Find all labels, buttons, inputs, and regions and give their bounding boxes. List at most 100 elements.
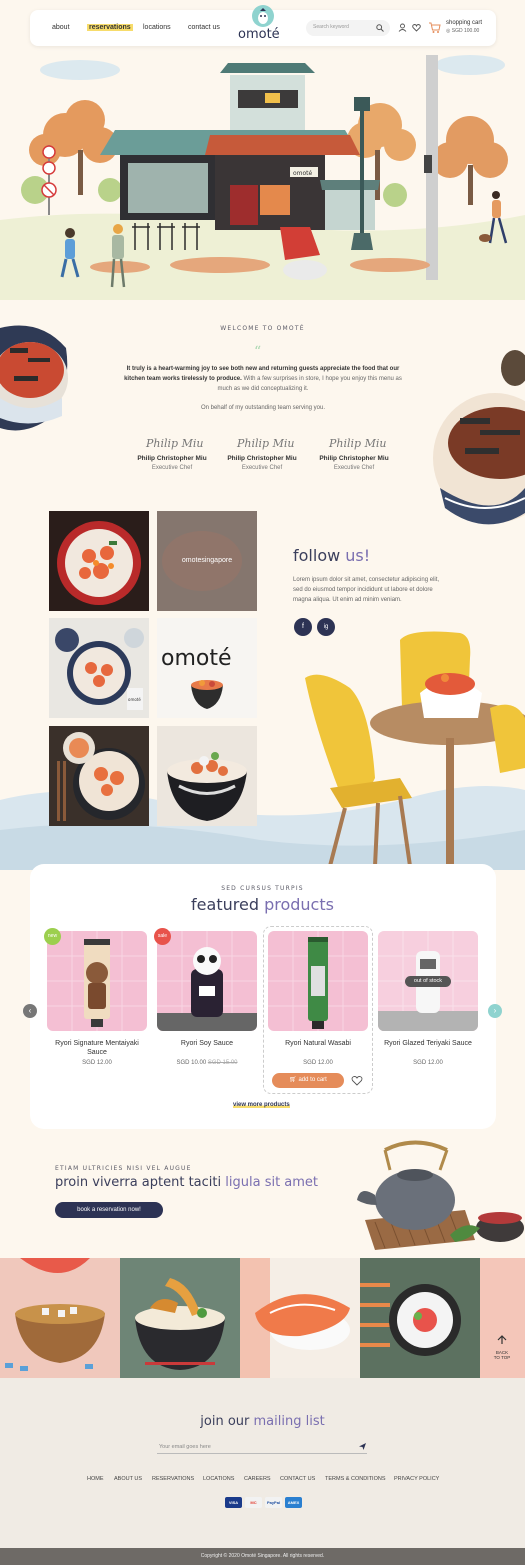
reservation-title: proin viverra aptent taciti ligula sit a… bbox=[55, 1175, 318, 1190]
photo-wordmark: omoté bbox=[161, 646, 232, 671]
hero-illustration: omoté bbox=[0, 55, 525, 300]
cart-total-value: SGD 100.00 bbox=[451, 28, 480, 34]
salmon-sushi-tile[interactable] bbox=[240, 1258, 360, 1378]
chef-title: Executive Chef bbox=[151, 465, 193, 471]
svg-text:omoté: omoté bbox=[293, 170, 313, 177]
product-price: SGD 12.00 bbox=[413, 1060, 443, 1066]
instagram-logo-photo[interactable]: omoté bbox=[157, 618, 257, 718]
cart-coin-icon: ◎ bbox=[446, 28, 451, 34]
product-price-old: SGD 15.00 bbox=[207, 1060, 238, 1066]
arrow-up-icon bbox=[497, 1335, 507, 1344]
chef-signature: Philip Miu bbox=[329, 437, 387, 450]
cart-total: ◎ SGD 100.00 bbox=[446, 28, 479, 34]
chef-title: Executive Chef bbox=[241, 465, 283, 471]
nav-locations[interactable]: locations bbox=[143, 24, 171, 31]
product-image[interactable] bbox=[268, 931, 368, 1031]
product-image[interactable] bbox=[47, 931, 147, 1031]
instagram-handle: omotesingapore bbox=[181, 557, 233, 564]
footer-section bbox=[0, 1378, 525, 1548]
follow-title-a: follow bbox=[293, 546, 346, 565]
welcome-rest-text: With a few surprises in store, I hope yo… bbox=[217, 376, 402, 392]
mastercard-icon: MC bbox=[245, 1497, 262, 1508]
chef-name: Philip Christopher Miu bbox=[137, 455, 207, 462]
product-name[interactable]: Ryori Soy Sauce bbox=[157, 1039, 257, 1048]
nav-about[interactable]: about bbox=[52, 24, 70, 31]
footer-link-home[interactable]: HOME bbox=[87, 1476, 104, 1482]
products-title-b: products bbox=[264, 895, 334, 914]
instagram-handle-tile[interactable]: omotesingapore bbox=[157, 511, 257, 611]
search-input[interactable]: Search keyword bbox=[306, 20, 390, 36]
shopping-cart-icon[interactable] bbox=[428, 21, 441, 34]
welcome-right-dish bbox=[425, 348, 525, 538]
footer-link-reservations[interactable]: RESERVATIONS bbox=[152, 1476, 194, 1482]
miso-soup-tile[interactable] bbox=[0, 1258, 120, 1378]
visa-icon: VISA bbox=[225, 1497, 242, 1508]
product-name[interactable]: Ryori Natural Wasabi bbox=[268, 1039, 368, 1048]
search-icon[interactable] bbox=[376, 24, 384, 32]
maki-roll-tile[interactable] bbox=[360, 1258, 480, 1378]
footer-link-contact-us[interactable]: CONTACT US bbox=[280, 1476, 315, 1482]
logo-mascot-icon[interactable] bbox=[252, 5, 274, 27]
products-title: featured products bbox=[0, 895, 525, 914]
out-of-stock-label: out of stock bbox=[405, 976, 451, 987]
wishlist-heart-icon[interactable] bbox=[351, 1075, 363, 1086]
svg-text:omoté: omoté bbox=[128, 697, 141, 702]
products-label: SED CURSUS TURPIS bbox=[221, 885, 304, 892]
follow-text: Lorem ipsum dolor sit amet, consectetur … bbox=[293, 577, 440, 603]
add-to-cart-button[interactable]: 🛒︎ add to cart bbox=[272, 1073, 344, 1088]
view-more-products-link[interactable]: view more products bbox=[233, 1102, 290, 1108]
send-icon[interactable] bbox=[359, 1443, 366, 1450]
welcome-left-dish bbox=[0, 318, 68, 433]
cart-icon: 🛒︎ bbox=[289, 1077, 297, 1083]
nav-reservations[interactable]: reservations bbox=[87, 24, 133, 31]
chef-signature: Philip Miu bbox=[237, 437, 295, 450]
instagram-photo[interactable] bbox=[49, 726, 149, 826]
cart-label[interactable]: shopping cart bbox=[446, 20, 482, 26]
product-price: SGD 12.00 bbox=[82, 1060, 112, 1066]
back-to-top-button[interactable]: BACK TO TOP bbox=[490, 1332, 514, 1360]
carousel-next-icon[interactable]: › bbox=[488, 1004, 502, 1018]
book-reservation-button[interactable]: book a reservation now! bbox=[55, 1202, 163, 1218]
mailing-title-b: mailing list bbox=[253, 1414, 325, 1429]
product-name[interactable]: Ryori Glazed Teriyaki Sauce bbox=[378, 1039, 478, 1048]
copyright-text: Copyright © 2020 Omoté Singapore. All ri… bbox=[200, 1553, 325, 1559]
footer-link-terms[interactable]: TERMS & CONDITIONS bbox=[325, 1476, 386, 1482]
reservation-title-b: ligula sit amet bbox=[225, 1175, 319, 1190]
carousel-prev-icon[interactable]: ‹ bbox=[23, 1004, 37, 1018]
chef-title: Executive Chef bbox=[333, 465, 375, 471]
follow-title-b: us! bbox=[345, 546, 371, 565]
chef-name: Philip Christopher Miu bbox=[319, 455, 389, 462]
logo-wordmark[interactable]: omoté bbox=[238, 27, 280, 42]
teapot-illustration bbox=[355, 1140, 525, 1260]
product-image[interactable] bbox=[157, 931, 257, 1031]
account-icon[interactable] bbox=[398, 23, 407, 32]
welcome-closing: On behalf of my outstanding team serving… bbox=[200, 405, 326, 411]
sale-badge: sale bbox=[154, 928, 171, 945]
mailing-title-a: join our bbox=[200, 1414, 254, 1429]
chef-name: Philip Christopher Miu bbox=[227, 455, 297, 462]
product-image[interactable]: out of stock bbox=[378, 931, 478, 1031]
footer-link-about-us[interactable]: ABOUT US bbox=[114, 1476, 142, 1482]
footer-link-locations[interactable]: LOCATIONS bbox=[203, 1476, 234, 1482]
nav-contact-us[interactable]: contact us bbox=[188, 24, 220, 31]
instagram-photo[interactable]: omoté bbox=[49, 618, 149, 718]
search-placeholder: Search keyword bbox=[313, 24, 349, 30]
email-placeholder: Your email goes here bbox=[159, 1444, 211, 1450]
mailing-title: join our mailing list bbox=[0, 1414, 525, 1429]
add-to-cart-label: add to cart bbox=[298, 1077, 327, 1083]
tempura-bowl-tile[interactable] bbox=[120, 1258, 240, 1378]
table-chairs-illustration bbox=[300, 628, 525, 866]
footer-link-careers[interactable]: CAREERS bbox=[244, 1476, 271, 1482]
product-price-current: SGD 10.00 bbox=[176, 1060, 207, 1066]
chef-signature: Philip Miu bbox=[146, 437, 204, 450]
product-name[interactable]: Ryori Signature Mentaiyaki Sauce bbox=[47, 1039, 147, 1057]
amex-icon: AMEX bbox=[285, 1497, 302, 1508]
quote-icon: “ bbox=[254, 344, 262, 360]
instagram-photo[interactable] bbox=[157, 726, 257, 826]
instagram-photo[interactable] bbox=[49, 511, 149, 611]
reservation-label: ETIAM ULTRICIES NISI VEL AUGUE bbox=[55, 1165, 192, 1172]
follow-title: follow us! bbox=[293, 546, 370, 565]
email-input[interactable]: Your email goes here bbox=[157, 1440, 367, 1454]
footer-link-privacy[interactable]: PRIVACY POLICY bbox=[394, 1476, 439, 1482]
wishlist-heart-icon[interactable] bbox=[412, 23, 421, 32]
